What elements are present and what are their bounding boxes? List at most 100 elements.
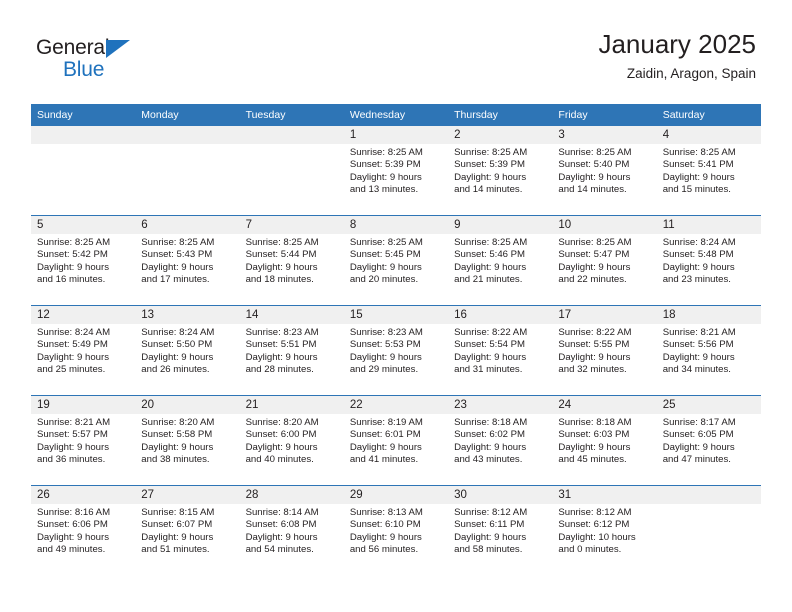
- day-cell-inner: 18 Sunrise: 8:21 AM Sunset: 5:56 PM Dayligh…: [656, 306, 761, 395]
- calendar-day-cell[interactable]: 15 Sunrise: 8:23 AM Sunset: 5:53 PM Dayligh…: [343, 305, 449, 396]
- calendar-day-cell[interactable]: 30 Sunrise: 8:12 AM Sunset: 6:11 PM Dayligh…: [448, 485, 553, 575]
- day-daylight-line2-text: and 17 minutes.: [141, 274, 210, 286]
- title-block: January 2025 Zaidin, Aragon, Spain: [598, 28, 756, 84]
- calendar-day-cell[interactable]: 22 Sunrise: 8:19 AM Sunset: 6:01 PM Dayligh…: [343, 395, 449, 486]
- day-cell-inner: 19 Sunrise: 8:21 AM Sunset: 5:57 PM Dayligh…: [31, 396, 136, 485]
- day-number: 1: [343, 126, 449, 144]
- day-sunrise-text: Sunrise: 8:25 AM: [558, 147, 632, 158]
- day-daylight-line2-text: and 49 minutes.: [37, 544, 106, 556]
- day-daylight-line2-text: and 14 minutes.: [558, 184, 627, 196]
- day-sun-info: Sunrise: 8:24 AM Sunset: 5:48 PM Daylight:…: [657, 234, 761, 287]
- calendar-day-cell[interactable]: 29 Sunrise: 8:13 AM Sunset: 6:10 PM Dayligh…: [343, 485, 449, 575]
- day-sun-info: Sunrise: 8:23 AM Sunset: 5:53 PM Daylight:…: [344, 324, 448, 377]
- day-cell-inner: 31 Sunrise: 8:12 AM Sunset: 6:12 PM Dayligh…: [552, 486, 657, 575]
- day-cell-inner: 1 Sunrise: 8:25 AM Sunset: 5:39 PM Daylight…: [343, 126, 449, 215]
- calendar-day-cell[interactable]: 23 Sunrise: 8:18 AM Sunset: 6:02 PM Dayligh…: [448, 395, 553, 486]
- day-number: 6: [135, 216, 240, 234]
- day-daylight-line2-text: and 18 minutes.: [245, 274, 314, 286]
- day-sunset-text: Sunset: 6:01 PM: [349, 429, 421, 441]
- day-daylight-line1-text: Daylight: 9 hours: [245, 531, 318, 543]
- day-sunset-text: Sunset: 6:02 PM: [454, 429, 526, 441]
- day-number: 18: [656, 306, 761, 324]
- calendar-day-cell[interactable]: 14 Sunrise: 8:23 AM Sunset: 5:51 PM Dayligh…: [239, 305, 344, 396]
- calendar-day-cell[interactable]: 6 Sunrise: 8:25 AM Sunset: 5:43 PM Daylight…: [135, 215, 240, 306]
- day-sunrise-text: Sunrise: 8:24 AM: [141, 327, 215, 338]
- calendar-day-cell[interactable]: 24 Sunrise: 8:18 AM Sunset: 6:03 PM Dayligh…: [552, 395, 657, 486]
- calendar-week-row: 5 Sunrise: 8:25 AM Sunset: 5:42 PM Daylight…: [31, 215, 761, 306]
- page-subtitle: Zaidin, Aragon, Spain: [626, 66, 756, 81]
- page-title: January 2025: [598, 29, 756, 59]
- calendar-day-cell[interactable]: 26 Sunrise: 8:16 AM Sunset: 6:06 PM Dayligh…: [31, 485, 136, 575]
- day-daylight-line2-text: and 43 minutes.: [454, 454, 523, 466]
- day-cell-inner: 14 Sunrise: 8:23 AM Sunset: 5:51 PM Dayligh…: [239, 306, 344, 395]
- weekday-header-sunday: Sunday: [31, 104, 136, 126]
- calendar-day-cell[interactable]: 31 Sunrise: 8:12 AM Sunset: 6:12 PM Dayligh…: [552, 485, 657, 575]
- day-sun-info: Sunrise: 8:14 AM Sunset: 6:08 PM Daylight:…: [240, 504, 344, 557]
- day-sun-info: Sunrise: 8:21 AM Sunset: 5:56 PM Daylight:…: [657, 324, 761, 377]
- day-daylight-line1-text: Daylight: 9 hours: [141, 261, 214, 273]
- calendar-week-row: 26 Sunrise: 8:16 AM Sunset: 6:06 PM Dayligh…: [31, 485, 761, 575]
- calendar-day-cell[interactable]: 9 Sunrise: 8:25 AM Sunset: 5:46 PM Daylight…: [448, 215, 553, 306]
- calendar-day-cell[interactable]: 25 Sunrise: 8:17 AM Sunset: 6:05 PM Dayligh…: [656, 395, 761, 486]
- day-number: 24: [552, 396, 657, 414]
- day-number: 5: [31, 216, 136, 234]
- day-daylight-line2-text: and 51 minutes.: [141, 544, 210, 556]
- day-daylight-line2-text: and 34 minutes.: [662, 364, 731, 376]
- day-daylight-line1-text: Daylight: 9 hours: [454, 531, 527, 543]
- day-cell-inner: 25 Sunrise: 8:17 AM Sunset: 6:05 PM Dayligh…: [656, 396, 761, 485]
- day-sun-info: Sunrise: 8:22 AM Sunset: 5:55 PM Daylight:…: [552, 324, 656, 377]
- calendar-day-cell[interactable]: 10 Sunrise: 8:25 AM Sunset: 5:47 PM Dayligh…: [552, 215, 657, 306]
- calendar-day-cell[interactable]: 4 Sunrise: 8:25 AM Sunset: 5:41 PM Daylight…: [656, 126, 761, 216]
- calendar-day-cell[interactable]: 3 Sunrise: 8:25 AM Sunset: 5:40 PM Daylight…: [552, 126, 657, 216]
- day-sun-info: Sunrise: 8:24 AM Sunset: 5:50 PM Daylight:…: [135, 324, 239, 377]
- day-sun-info: Sunrise: 8:13 AM Sunset: 6:10 PM Daylight:…: [344, 504, 448, 557]
- calendar-day-cell[interactable]: 8 Sunrise: 8:25 AM Sunset: 5:45 PM Daylight…: [343, 215, 449, 306]
- calendar-day-cell[interactable]: 2 Sunrise: 8:25 AM Sunset: 5:39 PM Daylight…: [448, 126, 553, 216]
- day-sunrise-text: Sunrise: 8:22 AM: [454, 327, 528, 338]
- calendar-day-cell[interactable]: 18 Sunrise: 8:21 AM Sunset: 5:56 PM Dayligh…: [656, 305, 761, 396]
- day-daylight-line1-text: Daylight: 9 hours: [558, 171, 631, 183]
- day-daylight-line2-text: and 13 minutes.: [349, 184, 419, 196]
- day-sunrise-text: Sunrise: 8:25 AM: [141, 237, 215, 248]
- day-sun-info: Sunrise: 8:24 AM Sunset: 5:49 PM Daylight:…: [31, 324, 135, 377]
- day-sunset-text: Sunset: 6:03 PM: [558, 429, 630, 441]
- day-daylight-line1-text: Daylight: 9 hours: [245, 351, 318, 363]
- calendar-day-cell[interactable]: 16 Sunrise: 8:22 AM Sunset: 5:54 PM Dayligh…: [448, 305, 553, 396]
- calendar-day-cell[interactable]: 19 Sunrise: 8:21 AM Sunset: 5:57 PM Dayligh…: [31, 395, 136, 486]
- day-sunset-text: Sunset: 5:50 PM: [141, 339, 213, 351]
- weekday-header-friday: Friday: [552, 104, 657, 126]
- day-sun-info: Sunrise: 8:25 AM Sunset: 5:42 PM Daylight:…: [31, 234, 135, 287]
- calendar-day-cell[interactable]: 17 Sunrise: 8:22 AM Sunset: 5:55 PM Dayligh…: [552, 305, 657, 396]
- day-sunset-text: Sunset: 6:07 PM: [141, 519, 213, 531]
- calendar-day-cell[interactable]: 11 Sunrise: 8:24 AM Sunset: 5:48 PM Dayligh…: [656, 215, 761, 306]
- calendar-day-cell[interactable]: 12 Sunrise: 8:24 AM Sunset: 5:49 PM Dayligh…: [31, 305, 136, 396]
- day-number: 17: [552, 306, 657, 324]
- calendar-day-cell-empty: [31, 126, 136, 216]
- day-cell-inner: 29 Sunrise: 8:13 AM Sunset: 6:10 PM Dayligh…: [343, 486, 449, 575]
- day-sunrise-text: Sunrise: 8:20 AM: [141, 417, 215, 428]
- day-daylight-line1-text: Daylight: 9 hours: [349, 441, 422, 453]
- calendar-day-cell[interactable]: 13 Sunrise: 8:24 AM Sunset: 5:50 PM Dayligh…: [135, 305, 240, 396]
- calendar-day-cell[interactable]: 27 Sunrise: 8:15 AM Sunset: 6:07 PM Dayligh…: [135, 485, 240, 575]
- day-sun-info: Sunrise: 8:17 AM Sunset: 6:05 PM Daylight:…: [657, 414, 761, 467]
- weekday-header-wednesday: Wednesday: [343, 104, 449, 126]
- calendar-day-cell[interactable]: 7 Sunrise: 8:25 AM Sunset: 5:44 PM Daylight…: [239, 215, 344, 306]
- day-sunset-text: Sunset: 5:42 PM: [37, 249, 108, 261]
- day-sunset-text: Sunset: 5:48 PM: [662, 249, 734, 261]
- calendar-day-cell[interactable]: 28 Sunrise: 8:14 AM Sunset: 6:08 PM Dayligh…: [239, 485, 344, 575]
- day-daylight-line1-text: Daylight: 10 hours: [558, 531, 636, 543]
- day-sunset-text: Sunset: 5:55 PM: [558, 339, 630, 351]
- day-sun-info: Sunrise: 8:12 AM Sunset: 6:11 PM Daylight:…: [448, 504, 552, 557]
- day-cell-inner: [135, 126, 240, 215]
- day-sunrise-text: Sunrise: 8:23 AM: [245, 327, 319, 338]
- day-number: 8: [343, 216, 449, 234]
- day-sunset-text: Sunset: 6:08 PM: [245, 519, 317, 531]
- day-daylight-line2-text: and 41 minutes.: [349, 454, 419, 466]
- calendar-day-cell[interactable]: 5 Sunrise: 8:25 AM Sunset: 5:42 PM Daylight…: [31, 215, 136, 306]
- calendar-day-cell[interactable]: 21 Sunrise: 8:20 AM Sunset: 6:00 PM Dayligh…: [239, 395, 344, 486]
- day-sunset-text: Sunset: 5:41 PM: [662, 159, 734, 171]
- day-daylight-line2-text: and 36 minutes.: [37, 454, 106, 466]
- calendar-day-cell[interactable]: 1 Sunrise: 8:25 AM Sunset: 5:39 PM Daylight…: [343, 126, 449, 216]
- calendar-day-cell[interactable]: 20 Sunrise: 8:20 AM Sunset: 5:58 PM Dayligh…: [135, 395, 240, 486]
- day-daylight-line1-text: Daylight: 9 hours: [349, 261, 422, 273]
